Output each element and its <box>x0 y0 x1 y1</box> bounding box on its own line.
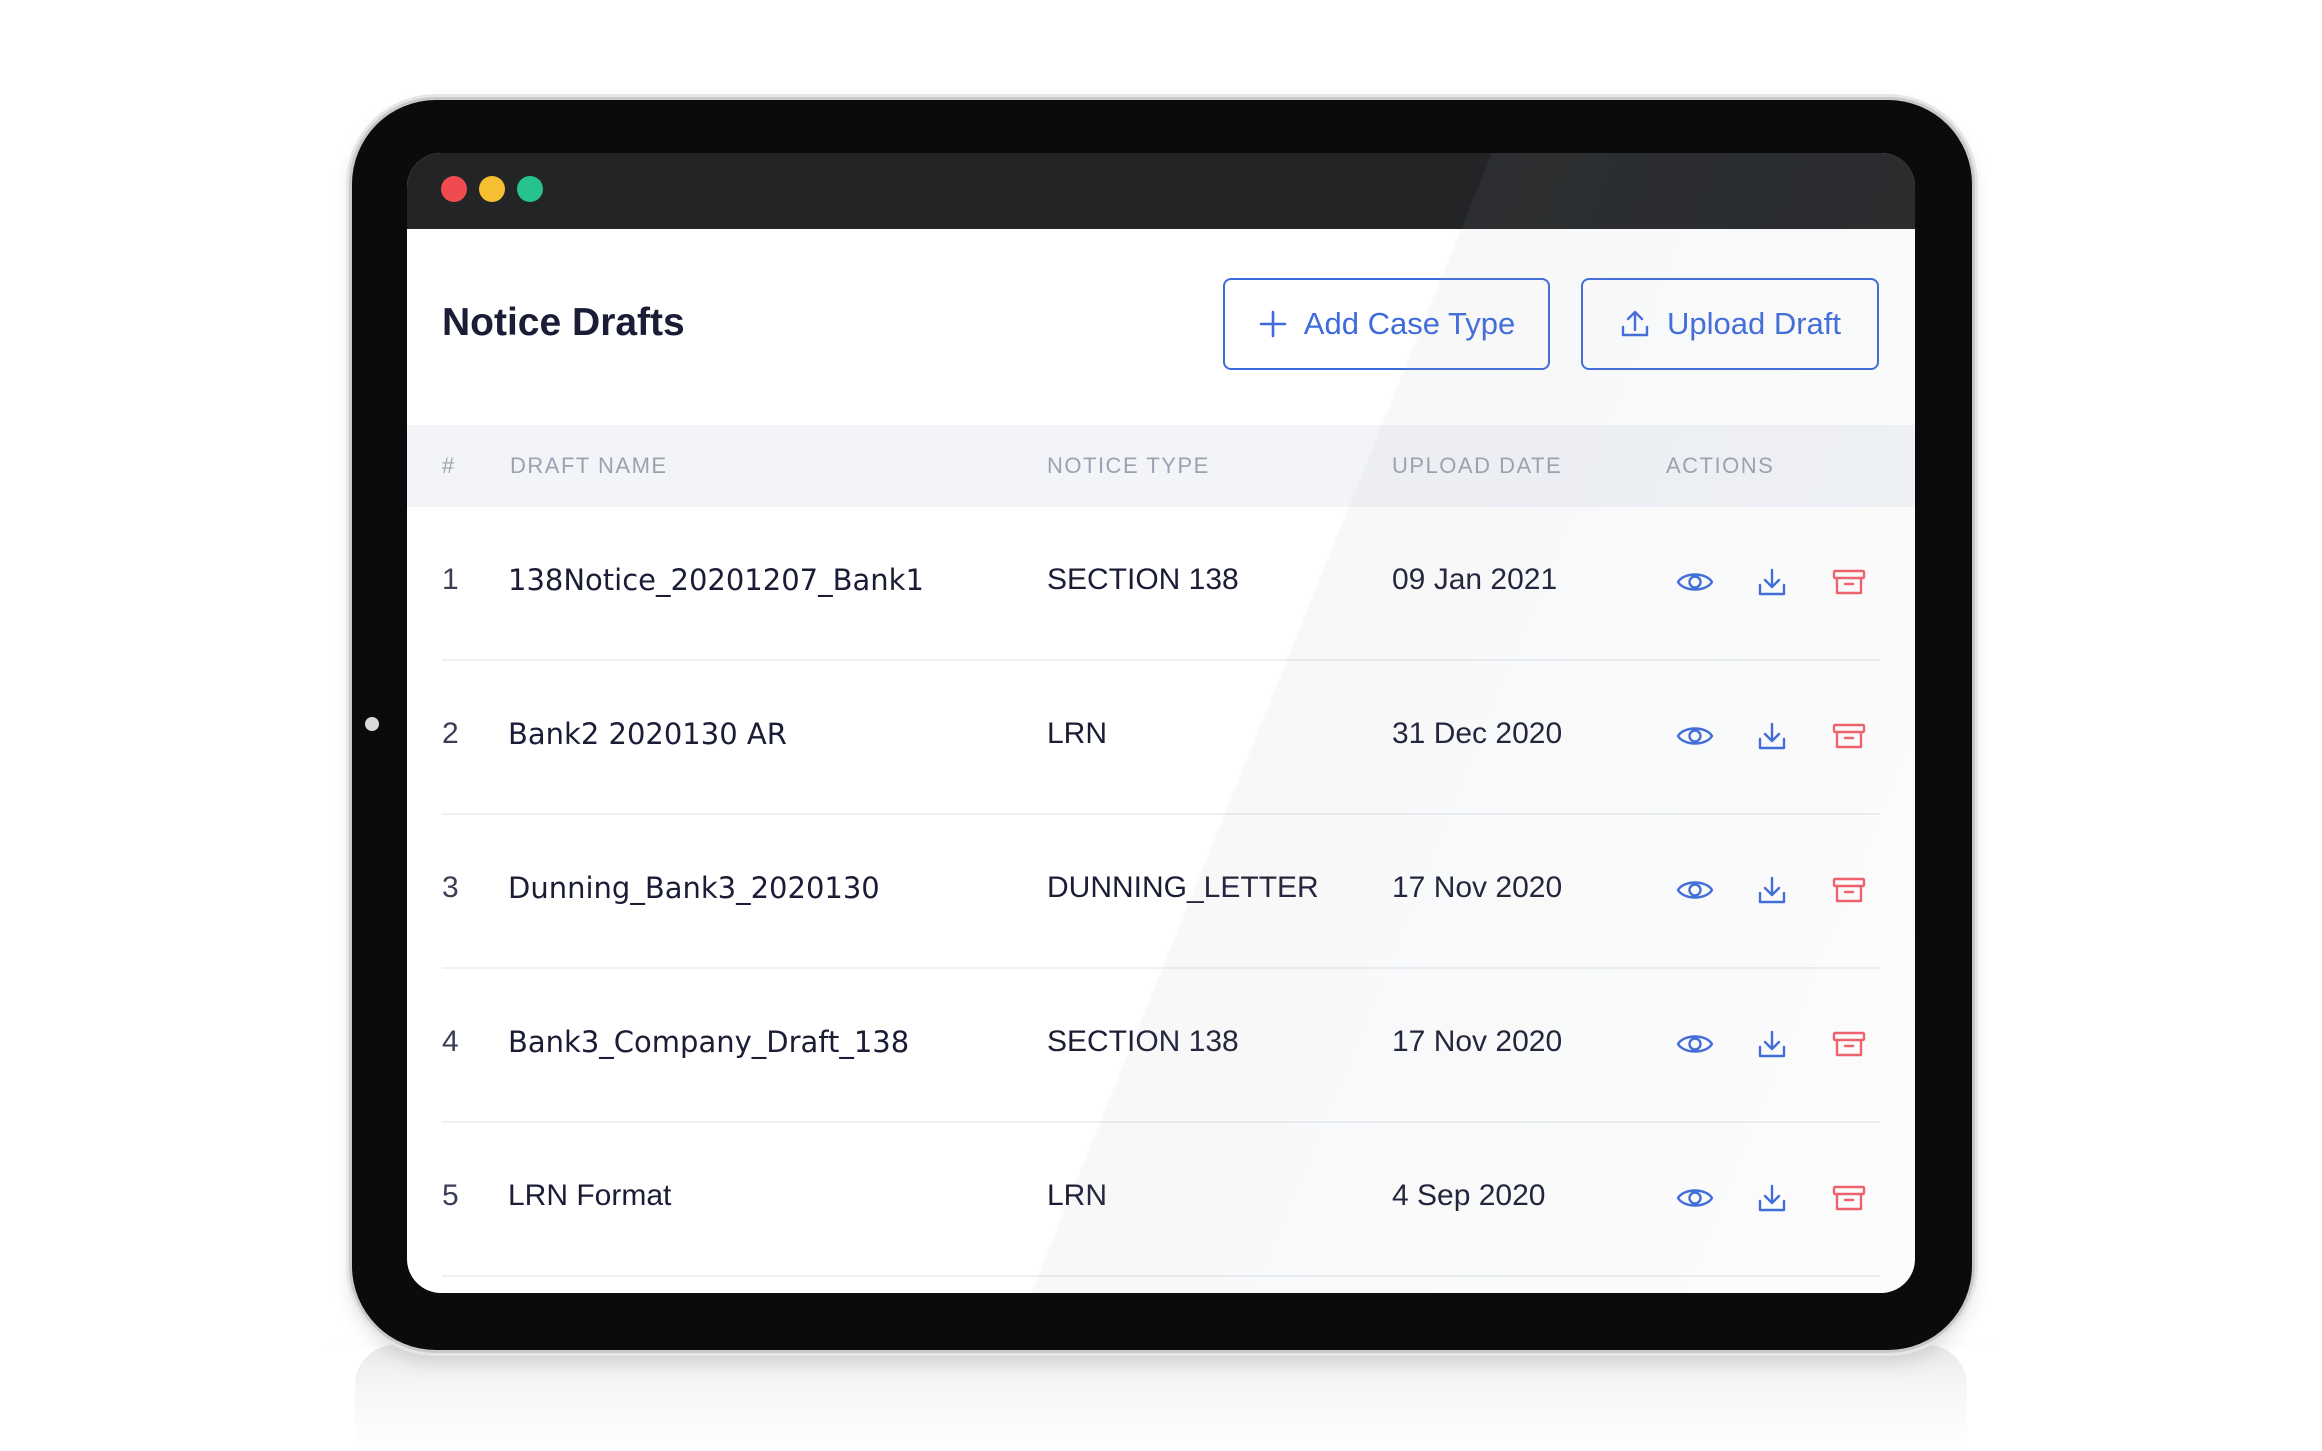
table-row: 1 138Notice_20201207_Bank1 SECTION 138 0… <box>442 507 1880 661</box>
eye-icon[interactable] <box>1674 561 1716 603</box>
download-icon[interactable] <box>1751 869 1793 911</box>
column-header-upload-date[interactable]: UPLOAD DATE <box>1392 453 1562 479</box>
notice-type: DUNNING_LETTER <box>1047 871 1319 904</box>
window-titlebar <box>407 153 1915 229</box>
eye-icon[interactable] <box>1674 1177 1716 1219</box>
archive-icon[interactable] <box>1828 561 1870 603</box>
archive-icon[interactable] <box>1828 1023 1870 1065</box>
archive-icon[interactable] <box>1828 869 1870 911</box>
close-window-button[interactable] <box>441 176 467 202</box>
notice-type: SECTION 138 <box>1047 563 1239 596</box>
eye-icon[interactable] <box>1674 715 1716 757</box>
notice-type: LRN <box>1047 1179 1108 1212</box>
draft-name: Bank3_Company_Draft_138 <box>508 1025 910 1059</box>
upload-date: 4 Sep 2020 <box>1392 1179 1546 1212</box>
table-header: # DRAFT NAME NOTICE TYPE UPLOAD DATE ACT… <box>407 425 1915 507</box>
add-case-type-label: Add Case Type <box>1303 306 1516 341</box>
row-index: 5 <box>442 1179 459 1212</box>
archive-icon[interactable] <box>1828 715 1870 757</box>
column-header-index: # <box>442 453 456 478</box>
row-index: 2 <box>442 717 459 750</box>
device-reflection <box>355 1345 1967 1451</box>
add-case-type-button[interactable]: Add Case Type <box>1223 278 1550 370</box>
eye-icon[interactable] <box>1674 1023 1716 1065</box>
column-header-draft-name[interactable]: DRAFT NAME <box>510 453 668 479</box>
upload-date: 09 Jan 2021 <box>1392 563 1558 596</box>
download-icon[interactable] <box>1751 1177 1793 1219</box>
table-row: 3 Dunning_Bank3_2020130 DUNNING_LETTER 1… <box>442 815 1880 969</box>
draft-name: Bank2 2020130 AR <box>508 717 787 751</box>
row-index: 3 <box>442 871 459 904</box>
column-header-actions: ACTIONS <box>1666 453 1775 478</box>
plus-icon <box>1258 309 1288 339</box>
app-window: Notice Drafts Add Case Type Upload Draft… <box>407 153 1915 1293</box>
download-icon[interactable] <box>1751 561 1793 603</box>
upload-icon <box>1619 308 1651 340</box>
table-row: 5 LRN Format LRN 4 Sep 2020 <box>442 1123 1880 1277</box>
table-row: 4 Bank3_Company_Draft_138 SECTION 138 17… <box>442 969 1880 1123</box>
notice-type: SECTION 138 <box>1047 1025 1239 1058</box>
camera <box>365 717 379 731</box>
table-row: 2 Bank2 2020130 AR LRN 31 Dec 2020 <box>442 661 1880 815</box>
upload-date: 17 Nov 2020 <box>1392 871 1563 904</box>
maximize-window-button[interactable] <box>517 176 543 202</box>
draft-name: Dunning_Bank3_2020130 <box>508 871 880 905</box>
upload-draft-button[interactable]: Upload Draft <box>1581 278 1879 370</box>
minimize-window-button[interactable] <box>479 176 505 202</box>
draft-name: LRN Format <box>508 1179 672 1212</box>
upload-draft-label: Upload Draft <box>1666 306 1842 341</box>
row-index: 4 <box>442 1025 459 1058</box>
upload-date: 31 Dec 2020 <box>1392 717 1563 750</box>
download-icon[interactable] <box>1751 715 1793 757</box>
draft-name: 138Notice_20201207_Bank1 <box>508 563 924 597</box>
archive-icon[interactable] <box>1828 1177 1870 1219</box>
column-header-notice-type[interactable]: NOTICE TYPE <box>1047 453 1210 479</box>
eye-icon[interactable] <box>1674 869 1716 911</box>
download-icon[interactable] <box>1751 1023 1793 1065</box>
page-title: Notice Drafts <box>442 301 685 344</box>
notice-type: LRN <box>1047 717 1108 750</box>
row-index: 1 <box>442 563 459 596</box>
upload-date: 17 Nov 2020 <box>1392 1025 1563 1058</box>
